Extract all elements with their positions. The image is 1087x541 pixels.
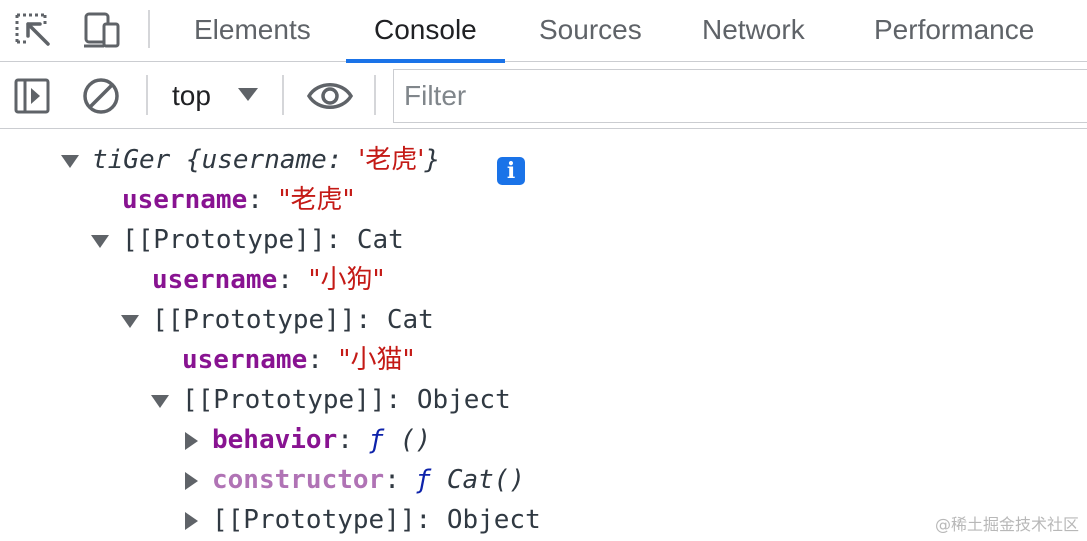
tab-label: Network — [702, 14, 805, 45]
property-value: "小狗" — [308, 265, 385, 295]
property-key: behavior — [212, 425, 338, 455]
tree-row-prototype[interactable]: [[Prototype]]: Cat — [0, 300, 460, 340]
object-preview: {username: '老虎'} — [185, 145, 441, 175]
device-toolbar-icon[interactable] — [82, 10, 122, 50]
tab-network[interactable]: Network — [674, 0, 833, 62]
collapse-triangle-icon[interactable] — [185, 512, 198, 530]
prototype-key: [[Prototype]] — [182, 385, 386, 415]
function-signature: Cat() — [446, 465, 526, 495]
toolbar-divider — [148, 10, 150, 48]
function-symbol: ƒ — [415, 465, 432, 495]
tree-row-prototype[interactable]: [[Prototype]]: Cat — [0, 220, 430, 260]
console-output: tiGer {username: '老虎'} i username: "老虎" … — [0, 130, 1087, 541]
console-toolbar: top — [0, 63, 1087, 129]
tree-row-method[interactable]: constructor: ƒ Cat() — [0, 460, 560, 500]
property-key: username — [152, 265, 278, 295]
property-value: "老虎" — [278, 185, 355, 215]
property-key: username — [182, 345, 308, 375]
property-key: username — [122, 185, 248, 215]
dropdown-arrow-icon — [238, 88, 258, 101]
info-icon[interactable]: i — [497, 157, 525, 185]
preview-value: '老虎' — [358, 145, 425, 175]
expand-triangle-icon[interactable] — [61, 155, 79, 168]
collapse-triangle-icon[interactable] — [185, 472, 198, 490]
prototype-key: [[Prototype]] — [152, 305, 356, 335]
toolbar-divider — [146, 75, 148, 115]
toolbar-divider — [282, 75, 284, 115]
expand-triangle-icon[interactable] — [121, 315, 139, 328]
tab-label: Performance — [874, 14, 1035, 45]
object-name: tiGer — [92, 145, 171, 175]
tree-row-prototype[interactable]: [[Prototype]]: Object — [0, 500, 580, 540]
devtools-tabbar: Elements Console Sources Network Perform… — [0, 0, 1087, 63]
function-signature: () — [399, 425, 432, 455]
toolbar-divider — [374, 75, 376, 115]
tree-row-method[interactable]: behavior: ƒ () — [0, 420, 460, 460]
expand-triangle-icon[interactable] — [91, 235, 109, 248]
tree-row-prototype[interactable]: [[Prototype]]: Object — [0, 380, 540, 420]
filter-input[interactable] — [393, 69, 1087, 123]
tree-row-object[interactable]: tiGer {username: '老虎'} i — [0, 140, 540, 185]
live-expression-eye-icon[interactable] — [306, 75, 354, 117]
tab-console[interactable]: Console — [346, 0, 505, 63]
expand-triangle-icon[interactable] — [151, 395, 169, 408]
prototype-value: Cat — [356, 225, 404, 255]
tab-elements[interactable]: Elements — [166, 0, 339, 62]
property-key: constructor — [212, 465, 385, 495]
tab-sources[interactable]: Sources — [511, 0, 670, 62]
property-value: "小猫" — [338, 345, 415, 375]
preview-key: username — [201, 145, 327, 175]
tab-label: Console — [374, 14, 477, 45]
tab-label: Sources — [539, 14, 642, 45]
prototype-value: Cat — [386, 305, 434, 335]
sidebar-toggle-icon[interactable] — [12, 75, 54, 117]
watermark: @稀土掘金技术社区 — [934, 515, 1079, 534]
prototype-key: [[Prototype]] — [212, 505, 416, 535]
prototype-value: Object — [446, 505, 541, 535]
clear-console-icon[interactable] — [80, 75, 122, 117]
collapse-triangle-icon[interactable] — [185, 432, 198, 450]
tab-performance[interactable]: Performance — [846, 0, 1062, 62]
prototype-value: Object — [416, 385, 511, 415]
inspect-element-icon[interactable] — [14, 10, 54, 50]
context-selector[interactable]: top — [160, 63, 270, 129]
function-symbol: ƒ — [368, 425, 385, 455]
tab-label: Elements — [194, 14, 311, 45]
context-label: top — [172, 80, 211, 111]
prototype-key: [[Prototype]] — [122, 225, 326, 255]
